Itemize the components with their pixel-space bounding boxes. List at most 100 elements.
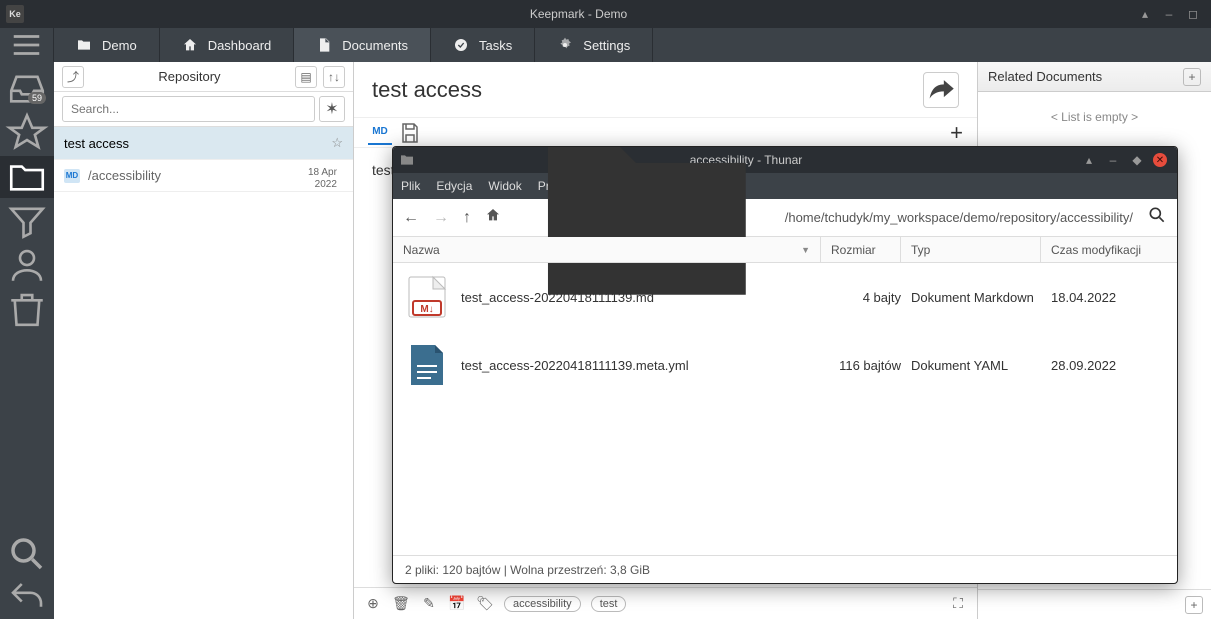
file-row[interactable]: M↓ test_access-20220418111139.md 4 bajty… [393, 263, 1177, 331]
col-size[interactable]: Rozmiar [821, 237, 901, 262]
col-name[interactable]: Nazwa ▼ [393, 237, 821, 262]
tab-dashboard[interactable]: Dashboard [160, 28, 295, 62]
rail-inbox[interactable]: 59 [0, 68, 54, 110]
forward-icon: → [433, 209, 449, 227]
document-icon [316, 37, 332, 53]
file-time: 28.09.2022 [1051, 358, 1167, 373]
close-icon[interactable]: ✕ [1153, 153, 1167, 167]
file-type: Dokument Markdown [911, 290, 1051, 305]
maximize-icon[interactable]: ◻ [1185, 6, 1201, 22]
repo-label: Repository [90, 69, 289, 84]
search-icon[interactable] [1147, 205, 1167, 230]
repo-item-date: 18 Apr 2022 [308, 167, 337, 191]
thunar-columns: Nazwa ▼ Rozmiar Typ Czas modyfikacji [393, 237, 1177, 263]
repo-nav-up-icon[interactable]: ⤴ [62, 66, 84, 88]
repo-sort-icon[interactable]: ↑↓ [323, 66, 345, 88]
add-related-bottom-icon[interactable]: + [1185, 596, 1203, 614]
tab-demo[interactable]: Demo [54, 28, 160, 62]
rail-trash[interactable] [0, 288, 54, 330]
rail-folder[interactable] [0, 156, 54, 198]
file-name: test_access-20220418111139.md [461, 290, 831, 305]
thunar-status-bar: 2 pliki: 120 bajtów | Wolna przestrzeń: … [393, 555, 1177, 583]
back-icon[interactable]: ← [403, 209, 419, 227]
tab-settings[interactable]: Settings [535, 28, 653, 62]
tab-label: Settings [583, 38, 630, 53]
file-size: 116 bajtów [831, 358, 911, 373]
svg-text:M↓: M↓ [420, 304, 433, 315]
inbox-badge: 59 [28, 92, 46, 104]
thunar-file-list: M↓ test_access-20220418111139.md 4 bajty… [393, 263, 1177, 555]
tab-label: Demo [102, 38, 137, 53]
repo-item-test-access[interactable]: test access ☆ [54, 127, 353, 160]
col-type[interactable]: Typ [901, 237, 1041, 262]
sort-arrow-icon: ▼ [801, 245, 810, 255]
tab-documents[interactable]: Documents [294, 28, 431, 62]
rail-filter[interactable] [0, 200, 54, 242]
check-circle-icon [453, 37, 469, 53]
folder-icon [76, 37, 92, 53]
doc-title: test access [372, 77, 923, 103]
tab-label: Documents [342, 38, 408, 53]
repository-panel: ⤴ Repository ▤ ↑↓ ✶ test access ☆ MD /ac… [54, 62, 354, 619]
file-row[interactable]: test_access-20220418111139.meta.yml 116 … [393, 331, 1177, 399]
tab-label: Dashboard [208, 38, 272, 53]
tab-tasks[interactable]: Tasks [431, 28, 535, 62]
tag-test[interactable]: test [591, 596, 627, 612]
col-time[interactable]: Czas modyfikacji [1041, 237, 1177, 262]
keepmark-logo: Ke [6, 5, 24, 23]
yaml-file-icon [403, 341, 451, 389]
menu-edycja[interactable]: Edycja [436, 179, 472, 193]
search-input[interactable] [62, 96, 315, 122]
status-text: 2 pliki: 120 bajtów | Wolna przestrzeń: … [405, 563, 650, 577]
home-icon[interactable] [485, 207, 501, 228]
doc-tab-md-icon[interactable]: MD [368, 121, 392, 145]
trash-icon[interactable]: 🗑 [392, 595, 410, 612]
file-size: 4 bajty [831, 290, 911, 305]
md-badge-icon: MD [64, 169, 80, 183]
magic-wand-icon[interactable]: ✶ [319, 96, 345, 122]
tab-bar: Demo Dashboard Documents Tasks Settings [0, 28, 1211, 62]
related-header: Related Documents + [978, 62, 1211, 92]
rail-search[interactable] [0, 533, 54, 575]
path-text: /home/tchudyk/my_workspace/demo/reposito… [785, 210, 1133, 225]
calendar-icon[interactable]: 📅 [448, 595, 466, 612]
target-icon[interactable]: ⊕ [364, 595, 382, 612]
doc-tab-save-icon[interactable] [398, 121, 422, 145]
minimize-icon[interactable]: – [1161, 6, 1177, 22]
menu-plik[interactable]: Plik [401, 179, 420, 193]
doc-tabs: MD + [354, 118, 977, 148]
gear-icon [557, 37, 573, 53]
doc-footer: ⊕ 🗑 ✎ 📅 🏷 accessibility test ⛶ [354, 587, 977, 619]
folder-icon [399, 152, 415, 168]
tag-accessibility[interactable]: accessibility [504, 596, 581, 612]
markdown-file-icon: M↓ [403, 273, 451, 321]
thunar-window: accessibility - Thunar ▴ – ◆ ✕ Plik Edyc… [392, 146, 1178, 584]
share-button[interactable] [923, 72, 959, 108]
up-icon[interactable]: ↑ [463, 209, 471, 227]
rail-star[interactable] [0, 112, 54, 154]
rail-user[interactable] [0, 244, 54, 286]
related-header-label: Related Documents [988, 69, 1102, 84]
repo-view-icon[interactable]: ▤ [295, 66, 317, 88]
repo-item-title: /accessibility [88, 168, 161, 183]
file-time: 18.04.2022 [1051, 290, 1167, 305]
file-type: Dokument YAML [911, 358, 1051, 373]
arrow-up-icon[interactable]: ▴ [1137, 6, 1153, 22]
window-title: Keepmark - Demo [24, 7, 1133, 21]
tab-label: Tasks [479, 38, 512, 53]
edit-icon[interactable]: ✎ [420, 595, 438, 612]
tag-icon[interactable]: 🏷 [476, 595, 494, 612]
home-icon [182, 37, 198, 53]
repo-search-row: ✶ [54, 92, 353, 127]
rail-undo[interactable] [0, 577, 54, 619]
file-name: test_access-20220418111139.meta.yml [461, 358, 831, 373]
repo-header: ⤴ Repository ▤ ↑↓ [54, 62, 353, 92]
expand-icon[interactable]: ⛶ [949, 595, 967, 612]
keepmark-titlebar: Ke Keepmark - Demo ▴ – ◻ [0, 0, 1211, 28]
icon-rail: 59 [0, 62, 54, 619]
hamburger-menu-icon[interactable] [0, 28, 54, 62]
add-related-icon[interactable]: + [1183, 68, 1201, 86]
star-outline-icon[interactable]: ☆ [331, 135, 343, 151]
add-tab-icon[interactable]: + [950, 120, 963, 146]
doc-header: test access [354, 62, 977, 118]
